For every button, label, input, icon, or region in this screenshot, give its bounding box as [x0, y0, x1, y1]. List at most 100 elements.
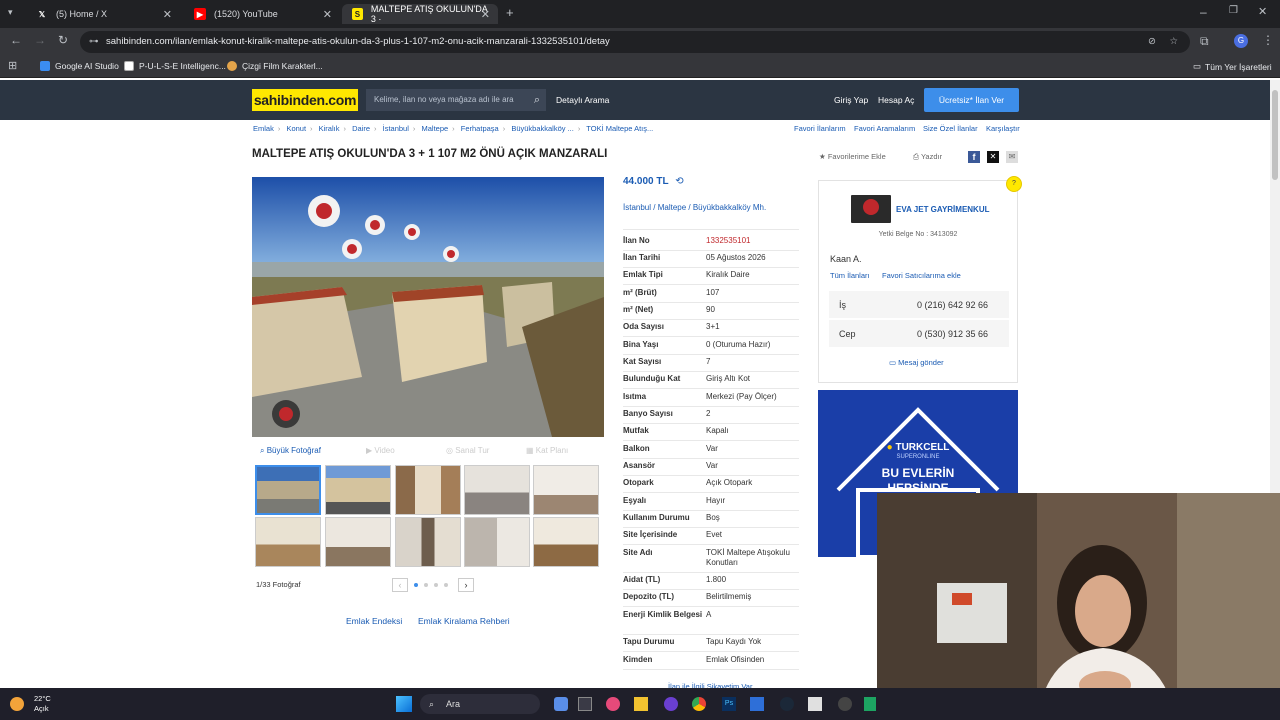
location-city[interactable]: İstanbul	[623, 203, 651, 212]
obs-icon[interactable]	[838, 697, 852, 711]
tab-x[interactable]: 𝕏 (5) Home / X ✕	[26, 4, 180, 24]
bookmark-cizgi-film[interactable]: Çizgi Film Karakterl...	[227, 61, 323, 71]
seller-name[interactable]: EVA JET GAYRİMENKUL	[896, 205, 990, 214]
reload-icon[interactable]: ↻	[58, 33, 68, 47]
seller-logo[interactable]	[851, 195, 891, 223]
photo-thumbnail[interactable]	[464, 517, 530, 567]
eye-off-icon[interactable]: ⊘	[1148, 31, 1156, 53]
weather-widget[interactable]: 22°C Açık	[34, 694, 51, 714]
app-icon[interactable]	[864, 697, 876, 711]
login-link[interactable]: Giriş Yap	[834, 95, 868, 105]
extensions-icon[interactable]: ⧉	[1200, 34, 1209, 49]
bookmark-google-ai-studio[interactable]: Google AI Studio	[40, 61, 119, 71]
windows-start-icon[interactable]	[396, 696, 412, 712]
rental-guide-link[interactable]: Emlak Kiralama Rehberi	[418, 616, 510, 626]
email-share-icon[interactable]: ✉	[1006, 151, 1018, 163]
photo-thumbnail[interactable]	[533, 517, 599, 567]
pagination-dot[interactable]	[444, 583, 448, 587]
price-history-icon[interactable]: ⟲	[675, 176, 683, 187]
help-badge-icon[interactable]: ?	[1006, 176, 1022, 192]
back-icon[interactable]: ←	[10, 33, 22, 47]
close-icon[interactable]: ✕	[163, 8, 172, 21]
location-neighborhood[interactable]: Büyükbakkalköy Mh.	[693, 203, 766, 212]
breadcrumb-item[interactable]: Büyükbakkalköy ...	[511, 124, 574, 133]
phone-number[interactable]: 0 (216) 642 92 66	[917, 300, 988, 310]
taskbar-search[interactable]: ⌕ Ara	[420, 694, 540, 714]
steam-icon[interactable]	[780, 697, 794, 711]
pagination-dot[interactable]	[434, 583, 438, 587]
photoshop-icon[interactable]: Ps	[722, 697, 736, 711]
photo-thumbnail[interactable]	[395, 465, 461, 515]
all-bookmarks[interactable]: ▭ Tüm Yer İşaretleri	[1193, 61, 1272, 72]
tab-youtube[interactable]: ▶ (1520) YouTube ✕	[184, 4, 340, 24]
chrome-icon[interactable]	[692, 697, 706, 711]
print-link[interactable]: ⎙ Yazdır	[913, 152, 942, 162]
detailed-search-link[interactable]: Detaylı Arama	[556, 95, 609, 105]
breadcrumb-item[interactable]: İstanbul	[383, 124, 409, 133]
pagination-dot[interactable]	[424, 583, 428, 587]
close-icon[interactable]: ✕	[323, 8, 332, 21]
task-view-icon[interactable]	[578, 697, 592, 711]
pagination-dot[interactable]	[414, 583, 418, 587]
prev-page-button[interactable]: ‹	[392, 578, 408, 592]
new-tab-icon[interactable]: +	[506, 5, 514, 20]
widgets-icon[interactable]	[554, 697, 568, 711]
real-estate-index-link[interactable]: Emlak Endeksi	[346, 616, 402, 626]
photo-thumbnail[interactable]	[464, 465, 530, 515]
register-link[interactable]: Hesap Aç	[878, 95, 914, 105]
breadcrumb-item[interactable]: Konut	[286, 124, 306, 133]
copilot-icon[interactable]	[606, 697, 620, 711]
tab-search-icon[interactable]: ▾	[8, 7, 13, 18]
discord-icon[interactable]	[664, 697, 678, 711]
scrollbar-thumb[interactable]	[1272, 90, 1278, 180]
favorite-listings-link[interactable]: Favori İlanlarım	[794, 124, 846, 133]
breadcrumb-item[interactable]: Emlak	[253, 124, 274, 133]
bookmark-pulse[interactable]: P-U-L-S-E Intelligenc...	[124, 61, 226, 71]
minimize-icon[interactable]: –	[1200, 5, 1207, 19]
next-page-button[interactable]: ›	[458, 578, 474, 592]
store-icon[interactable]	[750, 697, 764, 711]
search-icon[interactable]: ⌕	[534, 89, 540, 111]
site-logo[interactable]: sahibinden.com	[252, 89, 358, 111]
profile-avatar[interactable]: G	[1234, 34, 1248, 48]
forward-icon[interactable]: →	[34, 33, 46, 47]
photo-thumbnail[interactable]	[325, 517, 391, 567]
facebook-icon[interactable]: f	[968, 151, 980, 163]
send-message-link[interactable]: ▭ Mesaj gönder	[889, 358, 944, 367]
breadcrumb-item[interactable]: TOKİ Maltepe Atış...	[586, 124, 653, 133]
main-photo[interactable]	[252, 177, 604, 437]
site-info-icon[interactable]: ⊶	[89, 31, 99, 53]
breadcrumb-item[interactable]: Daire	[352, 124, 370, 133]
photo-thumbnail[interactable]	[255, 465, 321, 515]
breadcrumb-item[interactable]: Kiralık	[319, 124, 340, 133]
maximize-icon[interactable]: ❐	[1229, 5, 1238, 16]
post-ad-button[interactable]: Ücretsiz* İlan Ver	[924, 88, 1019, 112]
photo-thumbnail[interactable]	[325, 465, 391, 515]
app-icon[interactable]	[808, 697, 822, 711]
weather-icon[interactable]	[10, 697, 24, 711]
add-favorite-link[interactable]: ★ Favorilerime Ekle	[819, 152, 886, 161]
photo-thumbnail[interactable]	[395, 517, 461, 567]
search-input[interactable]: Kelime, ilan no veya mağaza adı ile ara …	[366, 89, 546, 111]
x-share-icon[interactable]: ✕	[987, 151, 999, 163]
special-listings-link[interactable]: Size Özel İlanlar	[923, 124, 978, 133]
address-bar[interactable]: ⊶ sahibinden.com/ilan/emlak-konut-kirali…	[80, 31, 1190, 53]
breadcrumb-item[interactable]: Maltepe	[421, 124, 448, 133]
phone-number[interactable]: 0 (530) 912 35 66	[917, 329, 988, 339]
photo-thumbnail[interactable]	[255, 517, 321, 567]
add-fav-seller-link[interactable]: Favori Satıcılarıma ekle	[882, 271, 961, 280]
star-icon[interactable]: ☆	[1169, 31, 1178, 53]
breadcrumb-item[interactable]: Ferhatpaşa	[461, 124, 499, 133]
tab-big-photo[interactable]: ⌕ Büyük Fotoğraf	[260, 446, 321, 456]
tab-sahibinden[interactable]: S MALTEPE ATIŞ OKULUN'DA 3 · ✕	[342, 4, 498, 24]
file-explorer-icon[interactable]	[634, 697, 648, 711]
menu-icon[interactable]: ⋮	[1262, 33, 1274, 47]
compare-link[interactable]: Karşılaştır	[986, 124, 1020, 133]
apps-icon[interactable]: ⊞	[8, 59, 17, 72]
close-icon[interactable]: ✕	[481, 8, 490, 21]
favorite-searches-link[interactable]: Favori Aramalarım	[854, 124, 915, 133]
all-listings-link[interactable]: Tüm İlanları	[830, 271, 870, 280]
location-district[interactable]: Maltepe	[658, 203, 686, 212]
photo-thumbnail[interactable]	[533, 465, 599, 515]
close-window-icon[interactable]: ✕	[1258, 5, 1267, 18]
